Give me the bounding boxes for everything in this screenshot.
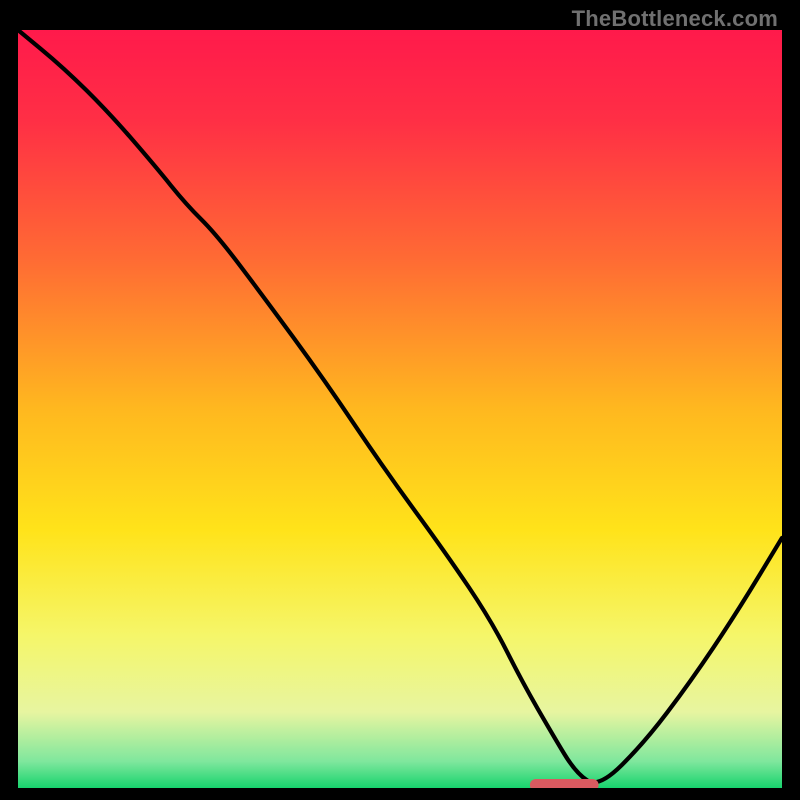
chart-frame <box>18 30 782 788</box>
sweet-spot-marker <box>530 779 599 788</box>
bottleneck-chart <box>18 30 782 788</box>
watermark-text: TheBottleneck.com <box>572 6 778 32</box>
chart-background-gradient <box>18 30 782 788</box>
